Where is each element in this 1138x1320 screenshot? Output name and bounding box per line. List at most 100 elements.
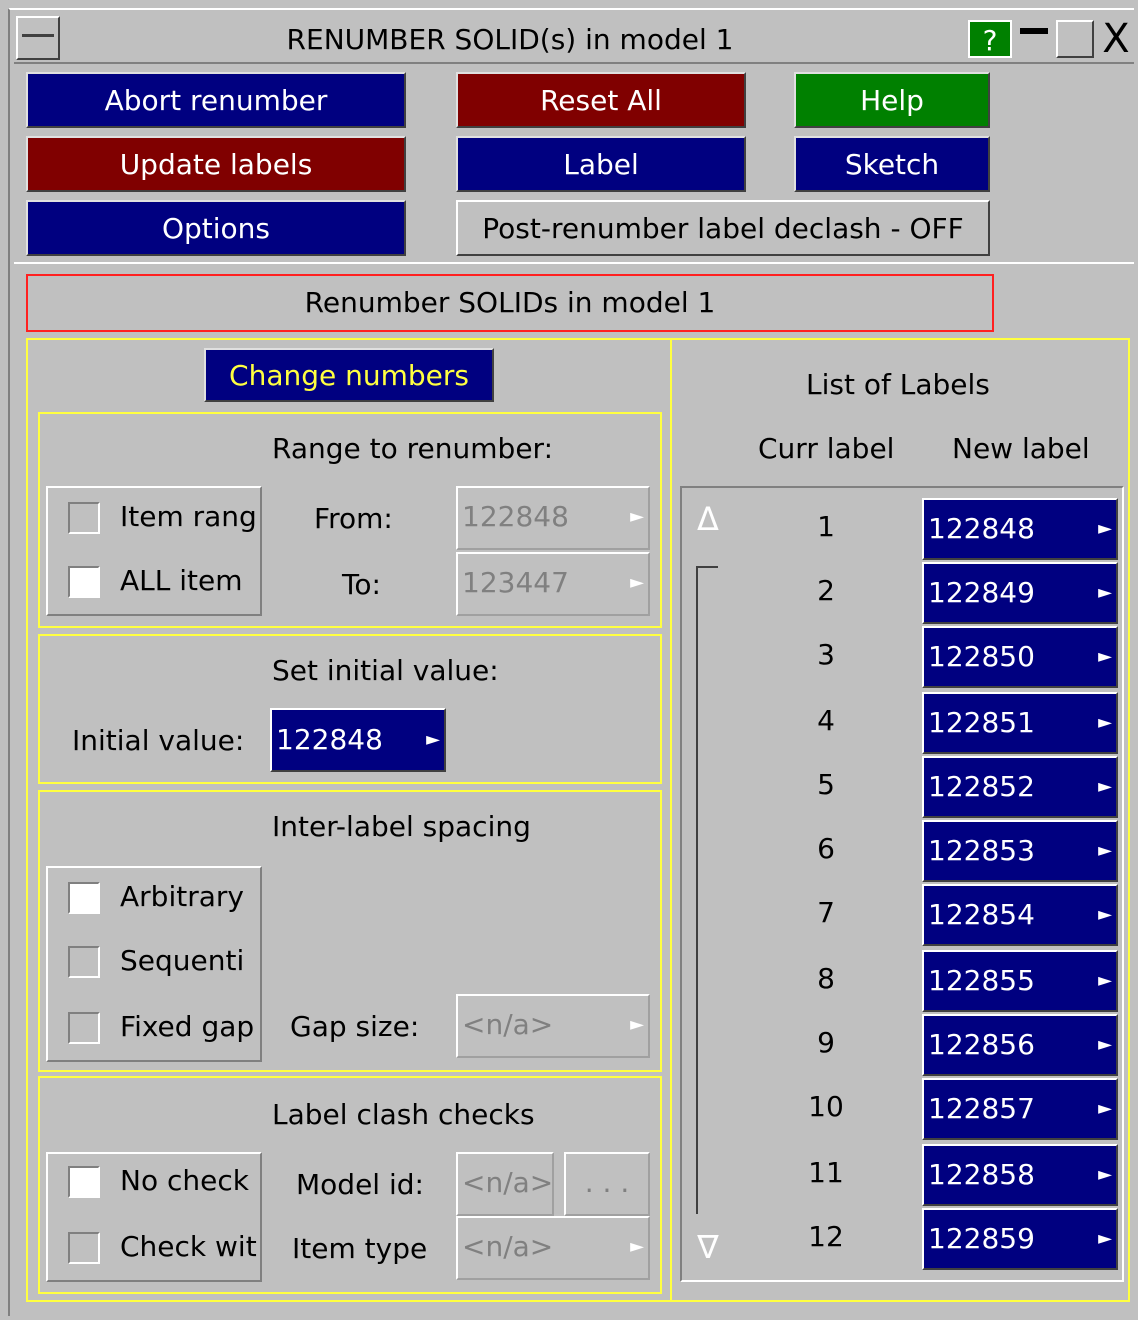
gap-size-label: Gap size: xyxy=(290,1010,420,1043)
curr-label-cell: 10 xyxy=(808,1090,844,1123)
separator xyxy=(14,262,1134,264)
item-range-checkbox[interactable] xyxy=(68,502,100,534)
item-type-field[interactable]: <n/a> ► xyxy=(456,1216,650,1280)
scrollbar-thumb[interactable] xyxy=(696,566,718,1214)
gap-size-value: <n/a> xyxy=(462,1008,554,1041)
declash-toggle-button[interactable]: Post-renumber label declash - OFF xyxy=(456,200,990,256)
new-label-value: 122854 xyxy=(928,898,1035,931)
label-button[interactable]: Label xyxy=(456,136,746,192)
new-label-field[interactable]: 122856 ► xyxy=(922,1014,1118,1076)
sketch-button[interactable]: Sketch xyxy=(794,136,990,192)
curr-label-header: Curr label xyxy=(758,432,895,465)
new-label-value: 122855 xyxy=(928,964,1035,997)
maximize-button[interactable] xyxy=(1056,20,1094,58)
new-label-field[interactable]: 122857 ► xyxy=(922,1078,1118,1140)
initial-value-title: Set initial value: xyxy=(272,654,499,687)
curr-label-cell: 11 xyxy=(808,1156,844,1189)
new-label-field[interactable]: 122851 ► xyxy=(922,692,1118,754)
new-label-value: 122857 xyxy=(928,1092,1035,1125)
change-numbers-tab[interactable]: Change numbers xyxy=(204,348,494,402)
check-with-label: Check wit xyxy=(120,1230,257,1263)
update-labels-button[interactable]: Update labels xyxy=(26,136,406,192)
arrow-icon: ► xyxy=(1098,970,1112,991)
to-value: 123447 xyxy=(462,566,569,599)
arrow-icon: ► xyxy=(630,1014,644,1035)
close-icon[interactable]: X xyxy=(1096,18,1136,60)
arrow-icon: ► xyxy=(1098,904,1112,925)
no-check-checkbox[interactable] xyxy=(68,1166,100,1198)
model-id-label: Model id: xyxy=(296,1168,424,1201)
options-button[interactable]: Options xyxy=(26,200,406,256)
new-label-value: 122850 xyxy=(928,640,1035,673)
new-label-field[interactable]: 122854 ► xyxy=(922,884,1118,946)
fixed-gap-checkbox[interactable] xyxy=(68,1012,100,1044)
section-heading: Renumber SOLIDs in model 1 xyxy=(26,274,994,332)
new-label-field[interactable]: 122853 ► xyxy=(922,820,1118,882)
item-range-label: Item rang xyxy=(120,500,257,533)
arrow-icon: ► xyxy=(1098,518,1112,539)
new-label-field[interactable]: 122852 ► xyxy=(922,756,1118,818)
arrow-icon: ► xyxy=(426,729,440,750)
minimize-button[interactable] xyxy=(1016,20,1052,58)
new-label-value: 122851 xyxy=(928,706,1035,739)
curr-label-cell: 9 xyxy=(817,1026,835,1059)
new-label-field[interactable]: 122858 ► xyxy=(922,1144,1118,1206)
arrow-icon: ► xyxy=(630,1236,644,1257)
initial-value-field[interactable]: 122848 ► xyxy=(270,708,446,772)
from-value: 122848 xyxy=(462,500,569,533)
all-items-checkbox[interactable] xyxy=(68,566,100,598)
arbitrary-label: Arbitrary xyxy=(120,880,244,913)
new-label-field[interactable]: 122859 ► xyxy=(922,1208,1118,1270)
new-label-field[interactable]: 122855 ► xyxy=(922,950,1118,1012)
curr-label-cell: 7 xyxy=(817,896,835,929)
system-menu-button[interactable] xyxy=(16,16,60,60)
arrow-icon: ► xyxy=(630,506,644,527)
curr-label-cell: 4 xyxy=(817,704,835,737)
help-button[interactable]: Help xyxy=(794,72,990,128)
from-label: From: xyxy=(314,502,393,535)
arrow-icon: ► xyxy=(1098,582,1112,603)
no-check-label: No check xyxy=(120,1164,249,1197)
arrow-icon: ► xyxy=(1098,712,1112,733)
arrow-icon: ► xyxy=(1098,646,1112,667)
curr-label-cell: 6 xyxy=(817,832,835,865)
new-label-header: New label xyxy=(952,432,1090,465)
curr-label-cell: 1 xyxy=(817,510,835,543)
arrow-icon: ► xyxy=(1098,1034,1112,1055)
scroll-down-icon[interactable]: ∇ xyxy=(692,1228,724,1268)
new-label-field[interactable]: 122850 ► xyxy=(922,626,1118,688)
arrow-icon: ► xyxy=(1098,1164,1112,1185)
curr-label-cell: 8 xyxy=(817,962,835,995)
sequential-checkbox[interactable] xyxy=(68,946,100,978)
curr-label-cell: 5 xyxy=(817,768,835,801)
arrow-icon: ► xyxy=(1098,1228,1112,1249)
gap-size-field[interactable]: <n/a> ► xyxy=(456,994,650,1058)
abort-renumber-button[interactable]: Abort renumber xyxy=(26,72,406,128)
model-id-value: <n/a> xyxy=(462,1166,554,1199)
arbitrary-checkbox[interactable] xyxy=(68,882,100,914)
arrow-icon: ► xyxy=(1098,840,1112,861)
spacing-title: Inter-label spacing xyxy=(272,810,531,843)
model-select-button[interactable]: . . . xyxy=(564,1152,650,1216)
new-label-value: 122856 xyxy=(928,1028,1035,1061)
check-with-checkbox[interactable] xyxy=(68,1232,100,1264)
model-id-field[interactable]: <n/a> xyxy=(456,1152,554,1216)
new-label-field[interactable]: 122848 ► xyxy=(922,498,1118,560)
arrow-icon: ► xyxy=(1098,776,1112,797)
new-label-value: 122853 xyxy=(928,834,1035,867)
new-label-field[interactable]: 122849 ► xyxy=(922,562,1118,624)
curr-label-cell: 12 xyxy=(808,1220,844,1253)
reset-all-button[interactable]: Reset All xyxy=(456,72,746,128)
scroll-up-icon[interactable]: Δ xyxy=(692,500,724,540)
item-type-label: Item type xyxy=(292,1232,428,1265)
minimize-icon xyxy=(1020,28,1048,34)
clash-title: Label clash checks xyxy=(272,1098,535,1131)
to-field[interactable]: 123447 ► xyxy=(456,552,650,616)
new-label-value: 122858 xyxy=(928,1158,1035,1191)
window-title: RENUMBER SOLID(s) in model 1 xyxy=(286,23,734,56)
list-title: List of Labels xyxy=(806,368,990,401)
from-field[interactable]: 122848 ► xyxy=(456,486,650,550)
menu-dash-icon xyxy=(22,34,54,37)
title-help-button[interactable]: ? xyxy=(968,20,1012,58)
arrow-icon: ► xyxy=(1098,1098,1112,1119)
